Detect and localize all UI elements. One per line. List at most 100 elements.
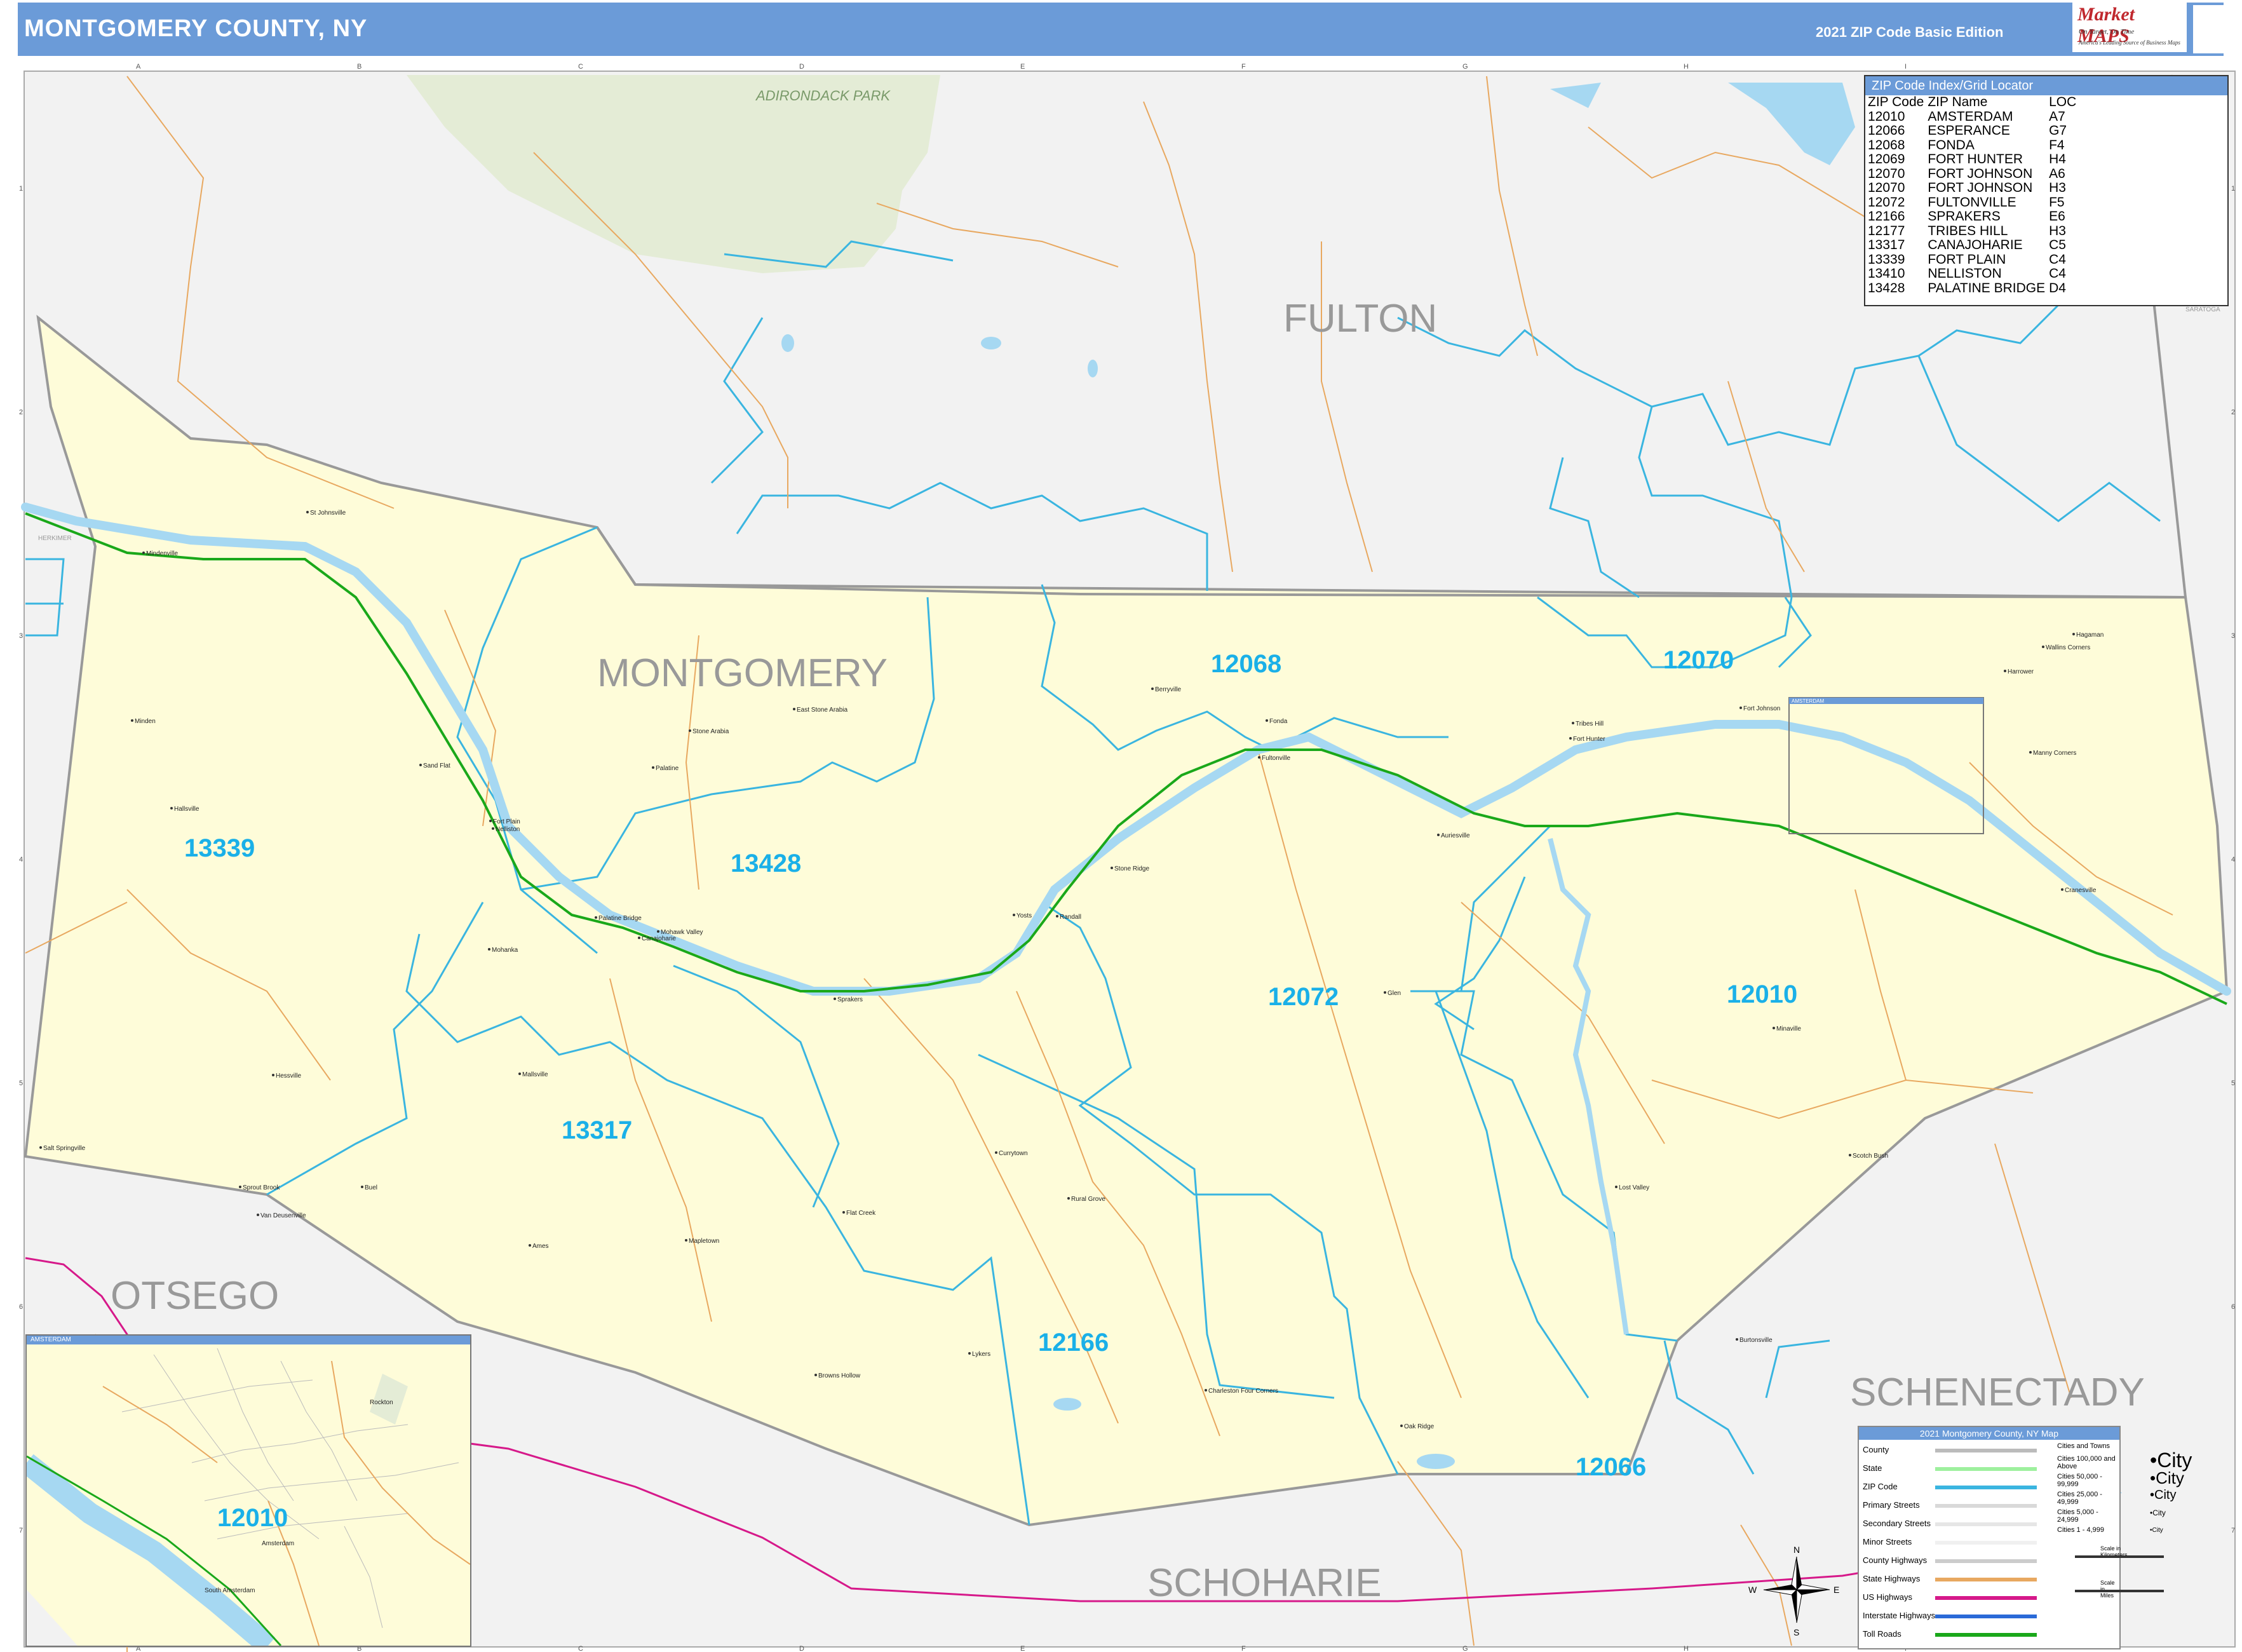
zip-index-row: 13410 NELLISTON C4: [1868, 266, 2080, 281]
place-dot: [2004, 670, 2006, 672]
zip-index-row: 12070 FORT JOHNSON H3: [1868, 180, 2080, 196]
grid-row-label: 3: [19, 632, 23, 640]
legend-city-row: Cities 1 - 4,999: [2057, 1526, 2104, 1534]
place-label: Harrower: [2008, 668, 2034, 675]
zip-index-row: 12068 FONDA F4: [1868, 137, 2080, 153]
zip-code-cell: 12066: [1868, 123, 1905, 138]
place-label: Wallins Corners: [2046, 644, 2090, 651]
place-label: Fort Hunter: [1573, 736, 1605, 743]
place-dot: [1266, 719, 1268, 722]
place-label: Mindenville: [146, 550, 178, 557]
zip-loc-cell: H3: [2049, 180, 2066, 195]
legend-row-label: County: [1863, 1445, 1889, 1454]
place-label: Charleston Four Corners: [1208, 1388, 1278, 1395]
grid-row-label: 6: [2231, 1303, 2235, 1311]
place-label: Tribes Hill: [1576, 721, 1604, 728]
place-label: Minaville: [1776, 1026, 1801, 1032]
place-dot: [657, 930, 659, 933]
legend-swatch: [1935, 1578, 2037, 1581]
place-label: Canajoharie: [642, 935, 676, 942]
zip-header-code: ZIP Code: [1868, 95, 1924, 109]
legend-row-label: Toll Roads: [1863, 1629, 1901, 1639]
grid-column-label: E: [1020, 1645, 1025, 1652]
zip-index-row: 12070 FORT JOHNSON A6: [1868, 166, 2080, 182]
legend-city-sample: •City: [2150, 1468, 2184, 1487]
legend-swatch: [1935, 1522, 2037, 1526]
place-dot: [1736, 1338, 1738, 1341]
zip-name-cell: PALATINE BRIDGE: [1928, 280, 2046, 295]
grid-column-label: C: [578, 1645, 583, 1652]
legend-row-label: Secondary Streets: [1863, 1519, 1931, 1528]
zip-label-13317: 13317: [562, 1116, 632, 1144]
place-dot: [2042, 646, 2044, 648]
place-dot: [968, 1352, 971, 1355]
zip-label-12072: 12072: [1268, 983, 1339, 1011]
place-label: Stone Arabia: [692, 728, 729, 735]
place-label: Fort Plain: [493, 818, 520, 825]
legend-city-row: Cities 25,000 - 49,999: [2057, 1491, 2102, 1506]
grid-column-label: A: [136, 63, 141, 71]
place-label: Nelliston: [496, 826, 520, 833]
legend-city-sample: •City: [2150, 1488, 2177, 1502]
place-label: Oak Ridge: [1404, 1423, 1435, 1430]
place-label: Ames: [532, 1243, 549, 1250]
place-dot: [489, 820, 492, 822]
grid-column-label: H: [1684, 1645, 1689, 1652]
zip-loc-cell: H3: [2049, 223, 2066, 238]
place-label: Cranesville: [2065, 887, 2097, 894]
zip-name-cell: ESPERANCE: [1928, 123, 2010, 138]
place-label: Hagaman: [2076, 632, 2104, 639]
county-label-schoharie: SCHOHARIE: [1147, 1561, 1382, 1605]
legend-title: 2021 Montgomery County, NY Map: [1859, 1427, 2119, 1440]
place-label: Buel: [365, 1184, 377, 1191]
place-dot: [239, 1186, 241, 1188]
zip-loc-cell: F4: [2049, 137, 2065, 152]
legend-city-row: Cities 50,000 - 99,999: [2057, 1473, 2102, 1488]
grid-row-label: 7: [19, 1527, 23, 1534]
zip-header-loc: LOC: [2049, 95, 2077, 109]
place-dot: [1572, 722, 1574, 724]
legend-swatch: [1935, 1449, 2037, 1452]
legend-scale-bar: [2075, 1555, 2164, 1558]
place-dot: [595, 916, 597, 919]
place-label: Mohanka: [492, 947, 518, 954]
zip-index-row: 13339 FORT PLAIN C4: [1868, 252, 2080, 267]
place-dot: [39, 1146, 42, 1149]
zip-loc-cell: E6: [2049, 209, 2065, 224]
zip-index-row: 12010 AMSTERDAM A7: [1868, 109, 2080, 125]
place-label: Salt Springville: [43, 1145, 86, 1152]
legend-city-row: Cities 100,000 and Above: [2057, 1455, 2116, 1470]
legend-row-label: Primary Streets: [1863, 1500, 1920, 1510]
legend-row-label: Interstate Highways: [1863, 1611, 1936, 1620]
place-label: Browns Hollow: [818, 1372, 861, 1379]
zip-name-cell: FORT HUNTER: [1928, 152, 2023, 166]
place-label: Berryville: [1155, 686, 1182, 693]
place-label: Currytown: [999, 1150, 1028, 1157]
inset-zip-label-12010: 12010: [217, 1504, 288, 1532]
place-label: Stone Ridge: [1114, 865, 1149, 872]
place-dot: [518, 1073, 521, 1075]
legend-city-sample: •City: [2150, 1527, 2163, 1534]
zip-label-12066: 12066: [1576, 1453, 1646, 1481]
zip-index-table: ZIP Code ZIP Name LOC 12010 AMSTERDAM A7 12…: [1868, 95, 2080, 295]
legend-swatch: [1935, 1541, 2037, 1545]
compass-e: E: [1833, 1585, 1839, 1595]
grid-column-label: I: [1905, 63, 1907, 71]
place-label: Mallsville: [522, 1071, 548, 1078]
grid-column-label: F: [1241, 1645, 1246, 1652]
zip-loc-cell: C4: [2049, 266, 2066, 281]
place-dot: [1849, 1154, 1851, 1156]
grid-row-label: 3: [2231, 632, 2235, 640]
zip-index-row: 13317 CANAJOHARIE C5: [1868, 238, 2080, 253]
compass-n: N: [1793, 1545, 1800, 1555]
county-label-saratoga: SARATOGA: [2185, 306, 2220, 313]
place-label: Palatine: [656, 765, 679, 772]
place-dot: [1067, 1197, 1070, 1200]
place-label: Sand Flat: [423, 762, 450, 769]
grid-column-label: E: [1020, 63, 1025, 71]
amsterdam-inset[interactable]: AMSTERDAM 12010 Amsterdam South Amsterda…: [25, 1334, 471, 1647]
legend-swatch: [1935, 1633, 2037, 1637]
zip-label-12068: 12068: [1211, 650, 1281, 678]
place-dot: [1013, 914, 1015, 916]
grid-column-label: B: [357, 63, 361, 71]
